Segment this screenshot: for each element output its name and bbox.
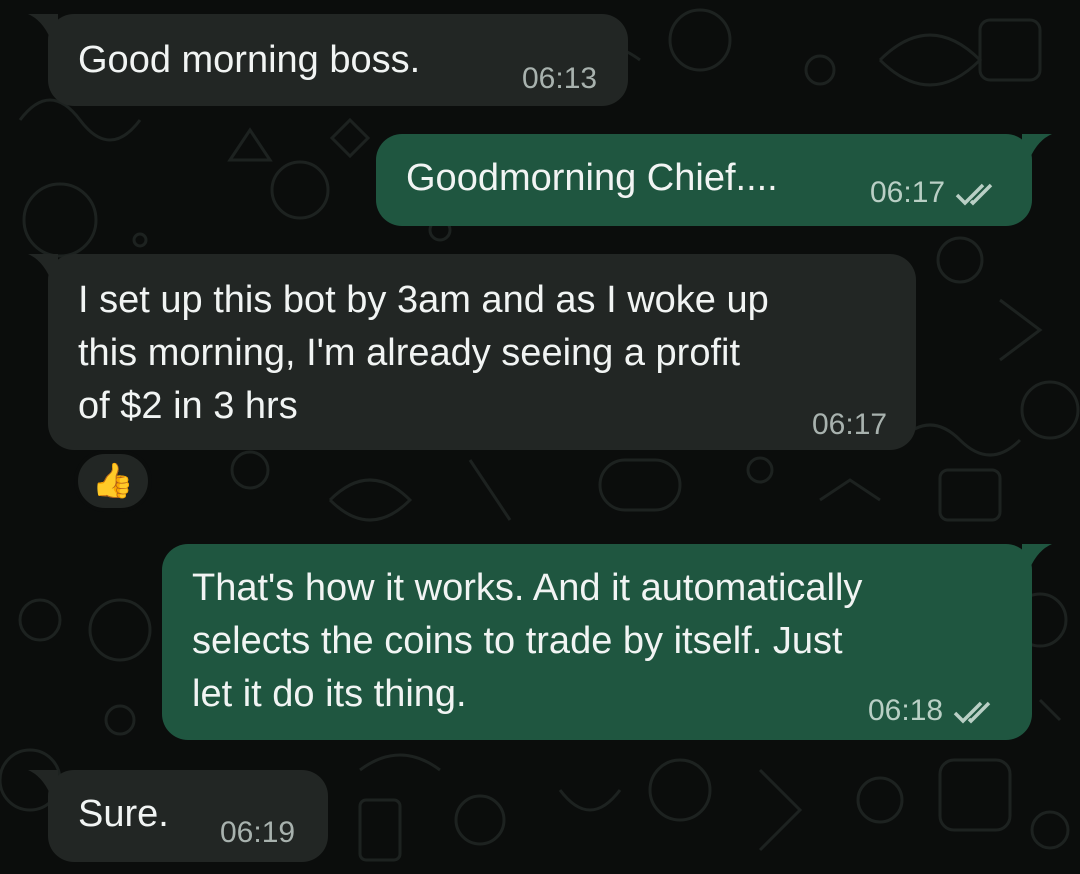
double-check-icon — [953, 701, 991, 724]
message-bubble-incoming[interactable]: Good morning boss. 06:13 — [48, 14, 628, 106]
message-line: of $2 in 3 hrs — [78, 385, 298, 427]
message-time: 06:17 — [812, 408, 888, 441]
message-meta: 06:18 — [868, 694, 995, 728]
message-line: this morning, I'm already seeing a profi… — [78, 332, 741, 374]
message-line: selects the coins to trade by itself. Ju… — [192, 620, 843, 662]
bubble-tail — [28, 254, 58, 278]
message-text: Sure. — [78, 793, 169, 835]
bubble-tail — [28, 770, 58, 794]
chat-view[interactable]: Good morning boss. 06:13 Goodmorning Chi… — [0, 0, 1080, 874]
message-meta: 06:17 — [870, 176, 997, 210]
double-check-icon — [955, 183, 993, 206]
message-time: 06:17 — [870, 176, 946, 209]
bubble-tail — [1022, 134, 1052, 158]
message-line: let it do its thing. — [192, 673, 467, 715]
reaction-badge[interactable]: 👍 — [74, 450, 152, 512]
message-bubble-incoming[interactable]: I set up this bot by 3am and as I woke u… — [48, 254, 916, 450]
message-line: That's how it works. And it automaticall… — [192, 567, 863, 609]
message-bubble-incoming[interactable]: Sure. 06:19 — [48, 770, 328, 862]
message-text: Good morning boss. — [78, 39, 421, 81]
message-time: 06:13 — [522, 62, 598, 95]
bubble-tail — [28, 14, 58, 38]
message-bubble-outgoing[interactable]: Goodmorning Chief.... 06:17 — [376, 134, 1032, 226]
bubble-tail — [1022, 544, 1052, 568]
message-text: Goodmorning Chief.... — [406, 157, 778, 199]
message-bubble-outgoing[interactable]: That's how it works. And it automaticall… — [162, 544, 1032, 740]
message-time: 06:19 — [220, 816, 296, 849]
message-line: I set up this bot by 3am and as I woke u… — [78, 279, 769, 321]
message-time: 06:18 — [868, 694, 944, 727]
